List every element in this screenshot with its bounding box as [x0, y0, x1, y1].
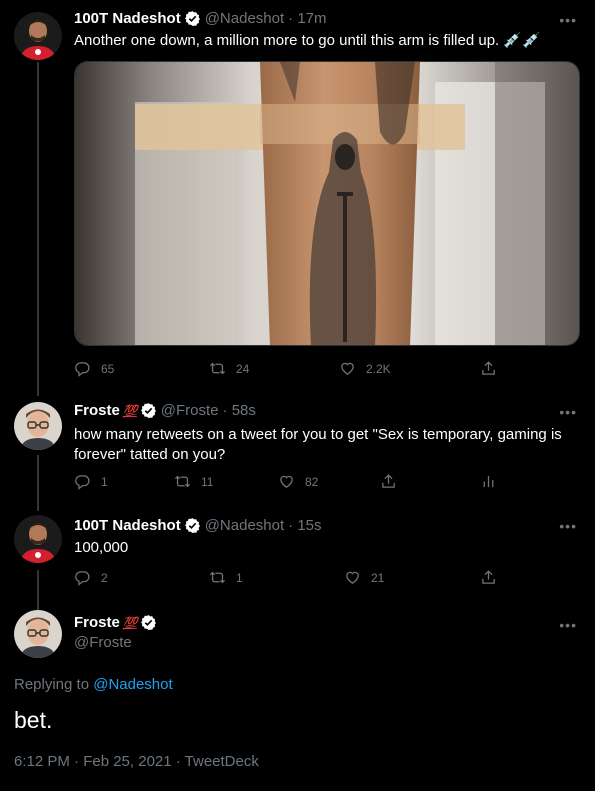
tweet-text: Another one down, a million more to go u… — [74, 32, 541, 49]
replying-to-label: Replying to — [14, 676, 90, 693]
share-icon — [380, 473, 397, 490]
reply-button[interactable]: 1 — [74, 473, 108, 490]
tweet-actions: 1 11 82 — [74, 473, 514, 493]
timestamp[interactable]: · 58s — [223, 402, 256, 419]
tweet[interactable]: 100T Nadeshot @Nadeshot · 17m ••• Anothe… — [0, 0, 595, 392]
avatar[interactable] — [14, 12, 62, 60]
tweet-actions: 65 24 2.2K — [74, 360, 514, 380]
tweet-image[interactable] — [74, 61, 580, 346]
analytics-icon — [480, 473, 497, 490]
reply-icon — [74, 360, 91, 377]
tweet-text: how many retweets on a tweet for you to … — [74, 426, 562, 463]
like-button[interactable]: 2.2K — [339, 360, 391, 377]
reply-count: 2 — [101, 570, 108, 585]
like-count: 2.2K — [366, 361, 391, 376]
like-button[interactable]: 21 — [344, 569, 384, 586]
username[interactable]: @Froste — [161, 402, 219, 419]
share-icon — [480, 360, 497, 377]
reply-count: 65 — [101, 361, 115, 376]
reply-icon — [74, 473, 91, 490]
username[interactable]: @Froste — [74, 634, 132, 651]
display-name[interactable]: 100T Nadeshot — [74, 10, 181, 27]
tweet[interactable]: 100T Nadeshot @Nadeshot · 15s ••• 100,00… — [0, 505, 595, 597]
retweet-icon — [209, 360, 226, 377]
more-options-icon[interactable]: ••• — [559, 404, 577, 420]
share-button[interactable] — [480, 569, 507, 586]
retweet-count: 11 — [201, 474, 214, 489]
reply-button[interactable]: 65 — [74, 360, 114, 377]
hundred-points-icon: 💯 — [122, 615, 138, 630]
share-button[interactable] — [480, 360, 507, 377]
heart-icon — [344, 569, 361, 586]
avatar[interactable] — [14, 610, 62, 658]
retweet-button[interactable]: 11 — [174, 473, 213, 490]
more-options-icon[interactable]: ••• — [559, 518, 577, 534]
reply-count: 1 — [101, 474, 108, 489]
tweet-actions: 2 1 21 — [74, 569, 514, 589]
share-icon — [480, 569, 497, 586]
verified-icon — [140, 614, 157, 631]
tweet[interactable]: Froste 💯 @Froste · 58s ••• how many retw… — [0, 392, 595, 505]
analytics-button[interactable] — [480, 473, 507, 490]
heart-icon — [339, 360, 356, 377]
verified-icon — [184, 10, 201, 27]
reply-icon — [74, 569, 91, 586]
like-button[interactable]: 82 — [278, 473, 318, 490]
timestamp[interactable]: · 17m — [288, 10, 326, 27]
tweet-metadata[interactable]: 6:12 PM · Feb 25, 2021 · TweetDeck — [14, 753, 259, 770]
more-options-icon[interactable]: ••• — [559, 617, 577, 633]
timestamp[interactable]: · 15s — [288, 517, 321, 534]
retweet-icon — [209, 569, 226, 586]
share-button[interactable] — [380, 473, 407, 490]
retweet-button[interactable]: 24 — [209, 360, 249, 377]
replying-to-link[interactable]: @Nadeshot — [93, 676, 172, 693]
retweet-count: 1 — [236, 570, 243, 585]
verified-icon — [184, 517, 201, 534]
heart-icon — [278, 473, 295, 490]
avatar[interactable] — [14, 515, 62, 563]
display-name[interactable]: Froste — [74, 614, 120, 631]
username[interactable]: @Nadeshot — [205, 10, 284, 27]
avatar[interactable] — [14, 402, 62, 450]
username[interactable]: @Nadeshot — [205, 517, 284, 534]
like-count: 82 — [305, 474, 319, 489]
replying-to: Replying to @Nadeshot — [14, 676, 173, 693]
like-count: 21 — [371, 570, 385, 585]
reply-button[interactable]: 2 — [74, 569, 108, 586]
verified-icon — [140, 402, 157, 419]
hundred-points-icon: 💯 — [122, 403, 138, 418]
retweet-count: 24 — [236, 361, 250, 376]
retweet-icon — [174, 473, 191, 490]
more-options-icon[interactable]: ••• — [559, 12, 577, 28]
display-name[interactable]: Froste — [74, 402, 120, 419]
focused-tweet-text: bet. — [14, 707, 53, 733]
display-name[interactable]: 100T Nadeshot — [74, 517, 181, 534]
retweet-button[interactable]: 1 — [209, 569, 243, 586]
tweet-text: 100,000 — [74, 539, 129, 556]
